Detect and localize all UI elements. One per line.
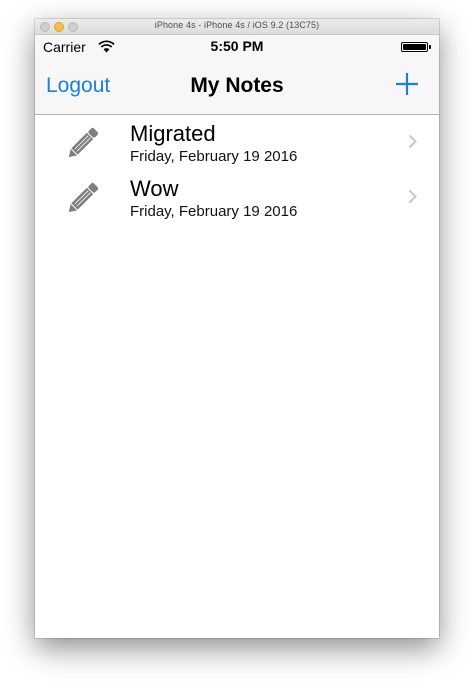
notes-list: Migrated Friday, February 19 2016 Wow Fr… bbox=[35, 115, 439, 225]
status-time: 5:50 PM bbox=[210, 38, 264, 54]
note-date: Friday, February 19 2016 bbox=[130, 203, 298, 220]
status-bar: Carrier 5:50 PM bbox=[35, 35, 439, 58]
simulator-window: iPhone 4s - iPhone 4s / iOS 9.2 (13C75) … bbox=[35, 19, 439, 638]
chevron-right-icon bbox=[408, 189, 417, 204]
page-title: My Notes bbox=[190, 74, 284, 97]
note-title: Wow bbox=[130, 176, 179, 201]
window-titlebar[interactable]: iPhone 4s - iPhone 4s / iOS 9.2 (13C75) bbox=[35, 19, 439, 35]
battery-tip bbox=[429, 45, 431, 49]
navigation-bar: Logout My Notes bbox=[35, 58, 439, 115]
note-title: Migrated bbox=[130, 121, 216, 146]
pencil-icon bbox=[68, 127, 99, 158]
pencil-icon bbox=[68, 182, 99, 213]
window-title: iPhone 4s - iPhone 4s / iOS 9.2 (13C75) bbox=[154, 20, 320, 30]
list-item[interactable]: Migrated Friday, February 19 2016 bbox=[35, 115, 439, 170]
list-item[interactable]: Wow Friday, February 19 2016 bbox=[35, 170, 439, 225]
plus-icon[interactable] bbox=[395, 72, 419, 96]
note-date: Friday, February 19 2016 bbox=[130, 148, 298, 165]
battery-icon bbox=[401, 42, 428, 52]
chevron-right-icon bbox=[408, 134, 417, 149]
